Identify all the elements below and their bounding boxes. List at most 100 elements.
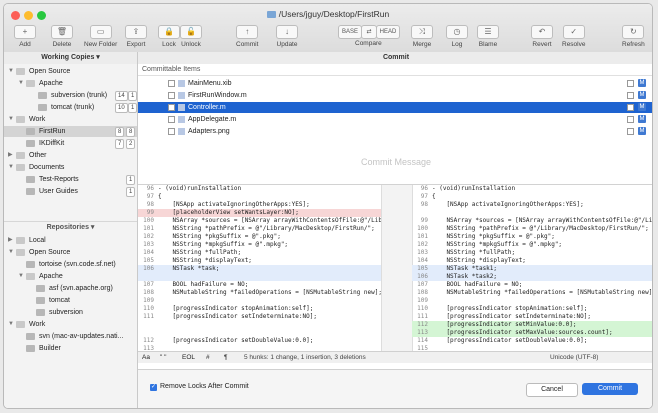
diff-line: 112 [progressIndicator setDoubleValue:0.…: [138, 337, 381, 345]
blame-button[interactable]: ☰ Blame: [477, 25, 499, 48]
file-checkbox[interactable]: [168, 92, 175, 99]
export-button[interactable]: ⇪ Export: [125, 25, 147, 48]
lock-checkbox[interactable]: [627, 92, 634, 99]
sidebar-item-tomcat[interactable]: tomcat (trunk) 10 1: [4, 102, 138, 113]
log-button[interactable]: ◷ Log: [446, 25, 468, 48]
repo-item-open-source[interactable]: ▼ Open Source: [4, 247, 137, 258]
remove-locks-checkbox[interactable]: ✓: [150, 384, 157, 391]
code-text: BOOL hadFailure = NO;: [432, 281, 523, 288]
delete-button[interactable]: 🗑 Delete: [51, 25, 73, 48]
line-number: 97: [146, 193, 154, 200]
commit-button[interactable]: Commit: [582, 383, 638, 395]
update-button[interactable]: ↓ Update: [276, 25, 298, 48]
file-row-firstrunwindow[interactable]: FirstRunWindow.m M: [138, 90, 652, 101]
file-checkbox[interactable]: [168, 104, 175, 111]
diff-line: 106 NSTask *task;: [138, 265, 381, 273]
diff-line: 105 NSTask *task1;: [412, 265, 652, 273]
repo-item-svn[interactable]: svn (mac-av-updates.nati...: [4, 331, 137, 342]
line-numbers-button[interactable]: #: [206, 352, 210, 363]
repo-item-work[interactable]: ▼ Work: [4, 319, 137, 330]
diff-merge-gutter[interactable]: [381, 185, 413, 351]
repository-icon: [36, 285, 45, 292]
file-checkbox[interactable]: [168, 128, 175, 135]
sidebar-item-ikdiffkit[interactable]: IKDiffKit 7 2: [4, 138, 137, 149]
sidebar-item-firstrun[interactable]: FirstRun 8 8: [4, 126, 137, 137]
font-size-button[interactable]: Aa: [142, 352, 150, 363]
commit-message-field[interactable]: Commit Message: [138, 157, 652, 167]
merge-button[interactable]: ⤨ Merge: [411, 25, 433, 48]
diff-line: [138, 321, 381, 329]
unlock-button[interactable]: 🔓 Unlock: [180, 25, 202, 48]
disclosure-triangle-icon[interactable]: ▼: [8, 319, 14, 330]
lock-checkbox[interactable]: [627, 80, 634, 87]
disclosure-triangle-icon[interactable]: ▼: [8, 66, 14, 77]
diff-line: 99 NSArray *sources = [NSArray arrayWith…: [412, 217, 652, 225]
disclosure-triangle-icon[interactable]: ▼: [18, 78, 24, 89]
diff-left-pane[interactable]: 96 - (void)runInstallation 97 {98 [NSApp ac…: [138, 185, 381, 351]
sidebar-item-work[interactable]: ▼ Work: [4, 114, 137, 125]
disclosure-triangle-icon[interactable]: ▼: [8, 114, 14, 125]
compare-head-segment[interactable]: HEAD: [376, 25, 400, 39]
disclosure-triangle-icon[interactable]: ▶: [8, 150, 13, 161]
sidebar-item-apache[interactable]: ▼ Apache: [4, 78, 137, 89]
disclosure-triangle-icon[interactable]: ▼: [8, 162, 14, 173]
revert-button[interactable]: ↶ Revert: [531, 25, 553, 48]
sidebar-item-test-reports[interactable]: Test-Reports 1: [4, 174, 137, 185]
repo-item-label: Work: [29, 321, 46, 328]
code-text: NSTask *task1;: [432, 265, 498, 272]
disclosure-triangle-icon[interactable]: ▼: [18, 271, 24, 282]
line-number: 105: [417, 265, 428, 272]
invisibles-button[interactable]: ¶: [224, 352, 228, 363]
repo-item-subversion[interactable]: subversion: [4, 307, 137, 318]
repositories-header[interactable]: Repositories ▾: [4, 221, 137, 234]
repo-item-asf[interactable]: asf (svn.apache.org): [4, 283, 137, 294]
compare-base-segment[interactable]: BASE: [338, 25, 362, 39]
resolve-button[interactable]: ✓ Resolve: [562, 25, 585, 48]
commit-toolbar-button[interactable]: ↑ Commit: [236, 25, 258, 48]
line-number: 113: [417, 329, 428, 336]
lock-checkbox[interactable]: [627, 128, 634, 135]
file-row-mainmenu[interactable]: MainMenu.xib M: [138, 78, 652, 89]
sidebar-item-other[interactable]: ▶ Other: [4, 150, 137, 161]
committable-items-header: Committable Items: [138, 64, 652, 76]
file-checkbox[interactable]: [168, 116, 175, 123]
repo-item-local[interactable]: ▶ Local: [4, 235, 137, 246]
disclosure-triangle-icon[interactable]: ▶: [8, 235, 13, 246]
diff-line: 102 NSString *pkgSuffix = @".pkg";: [138, 233, 381, 241]
refresh-button[interactable]: ↻ Refresh: [622, 25, 645, 48]
cancel-button[interactable]: Cancel: [526, 383, 578, 397]
diff-line: 102 NSString *mpkgSuffix = @".mpkg";: [412, 241, 652, 249]
sidebar-item-documents[interactable]: ▼ Documents: [4, 162, 137, 173]
diff-line: 101 NSString *pathPrefix = @"/Library/Ma…: [138, 225, 381, 233]
disclosure-triangle-icon[interactable]: ▼: [8, 247, 14, 258]
sidebar-item-subversion[interactable]: subversion (trunk) 14 1: [4, 90, 138, 101]
repository-icon: [36, 297, 45, 304]
file-checkbox[interactable]: [168, 80, 175, 87]
compare-swap-segment[interactable]: ⇄: [361, 25, 377, 39]
file-row-appdelegate[interactable]: AppDelegate.m M: [138, 114, 652, 125]
repo-item-builder[interactable]: Builder: [4, 343, 137, 354]
file-name: Adapters.png: [188, 128, 230, 135]
sidebar-item-open-source[interactable]: ▼ Open Source: [4, 66, 137, 77]
encoding-select[interactable]: Unicode (UTF-8): [550, 352, 598, 363]
diff-right-pane[interactable]: 96 - (void)runInstallation 97 {98 [NSApp ac…: [412, 185, 652, 351]
repo-item-apache[interactable]: ▼ Apache: [4, 271, 137, 282]
clock-icon: ◷: [446, 25, 468, 39]
whitespace-button[interactable]: " ": [160, 352, 166, 363]
sidebar-item-label: Open Source: [29, 68, 71, 75]
lock-checkbox[interactable]: [627, 116, 634, 123]
file-row-adapters[interactable]: Adapters.png M: [138, 126, 652, 137]
repo-item-tortoise[interactable]: tortoise (svn.code.sf.net): [4, 259, 137, 270]
file-row-controller[interactable]: Controller.m M: [138, 102, 652, 113]
sidebar-item-user-guides[interactable]: User Guides 1: [4, 186, 137, 197]
diff-line: 110 [progressIndicator stopAnimation:sel…: [138, 305, 381, 313]
new-folder-button[interactable]: ▭ New Folder: [84, 25, 117, 48]
sidebar-item-label: Documents: [29, 164, 65, 171]
diff-line: 96 - (void)runInstallation: [138, 185, 381, 193]
eol-button[interactable]: EOL: [182, 352, 195, 363]
diff-line: [412, 209, 652, 217]
lock-checkbox[interactable]: [627, 104, 634, 111]
lock-button[interactable]: 🔒 Lock: [158, 25, 180, 48]
repo-item-tomcat[interactable]: tomcat: [4, 295, 137, 306]
add-button[interactable]: + Add: [14, 25, 36, 48]
